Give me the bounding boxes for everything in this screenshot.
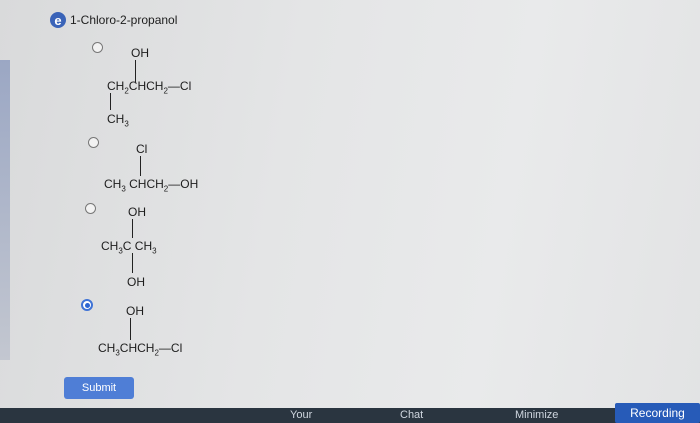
option-4-radio[interactable] [81,299,93,311]
option-3-radio[interactable] [85,203,96,214]
option-3-chain-d: 3 [152,246,157,256]
option-3-chain-a: CH [101,239,119,253]
option-2-top-label: Cl [136,142,148,156]
option-4-chain-a: CH [98,341,116,355]
option-3-structure: CH3C CH3 [101,240,157,255]
taskbar-your[interactable]: Your [290,409,312,421]
option-3-bottom-label: OH [127,275,145,289]
option-1-chain-e: —Cl [167,79,192,93]
option-2-radio[interactable] [88,137,99,148]
option-1-bond-down [110,93,112,110]
option-4-chain-c: CHCH [119,341,155,355]
submit-button[interactable]: Submit [64,377,134,399]
option-1-bottom-ch: CH [107,112,125,126]
bottom-taskbar: Your Chat Minimize [0,408,700,423]
option-2-chain-a: CH [104,177,122,191]
option-4-chain-e: —Cl [158,341,183,355]
option-1-bottom-sub: 3 [124,119,129,129]
option-3-bond-up [132,219,134,238]
option-2-chain-e: —OH [168,177,199,191]
option-2-structure: CH3 CHCH2—OH [104,178,198,193]
question-title: 1-Chloro-2-propanol [70,13,178,27]
recording-button[interactable]: Recording [615,403,700,423]
option-1-chain-a: CH [107,79,125,93]
option-4-bond-up [130,318,132,340]
option-1-structure: CH2CHCH2—Cl [107,80,191,95]
window-edge-strip [0,60,10,360]
option-2-chain-c: CHCH [125,177,164,191]
option-1-top-label: OH [131,46,149,60]
option-1-chain-c: CHCH [128,79,164,93]
option-1-radio[interactable] [92,42,103,53]
option-3-chain-c: C CH [122,239,153,253]
option-1-bottom-label: CH3 [107,113,129,128]
option-4-top-label: OH [126,304,144,318]
taskbar-minimize[interactable]: Minimize [515,409,558,421]
question-letter-badge: e [50,12,66,28]
question-header: e 1-Chloro-2-propanol [50,12,177,28]
option-3-top-label: OH [128,205,146,219]
option-3-bond-down [132,253,134,273]
option-2-bond-up [140,156,142,176]
taskbar-chat[interactable]: Chat [400,409,423,421]
option-4-structure: CH3CHCH2—Cl [98,342,182,357]
